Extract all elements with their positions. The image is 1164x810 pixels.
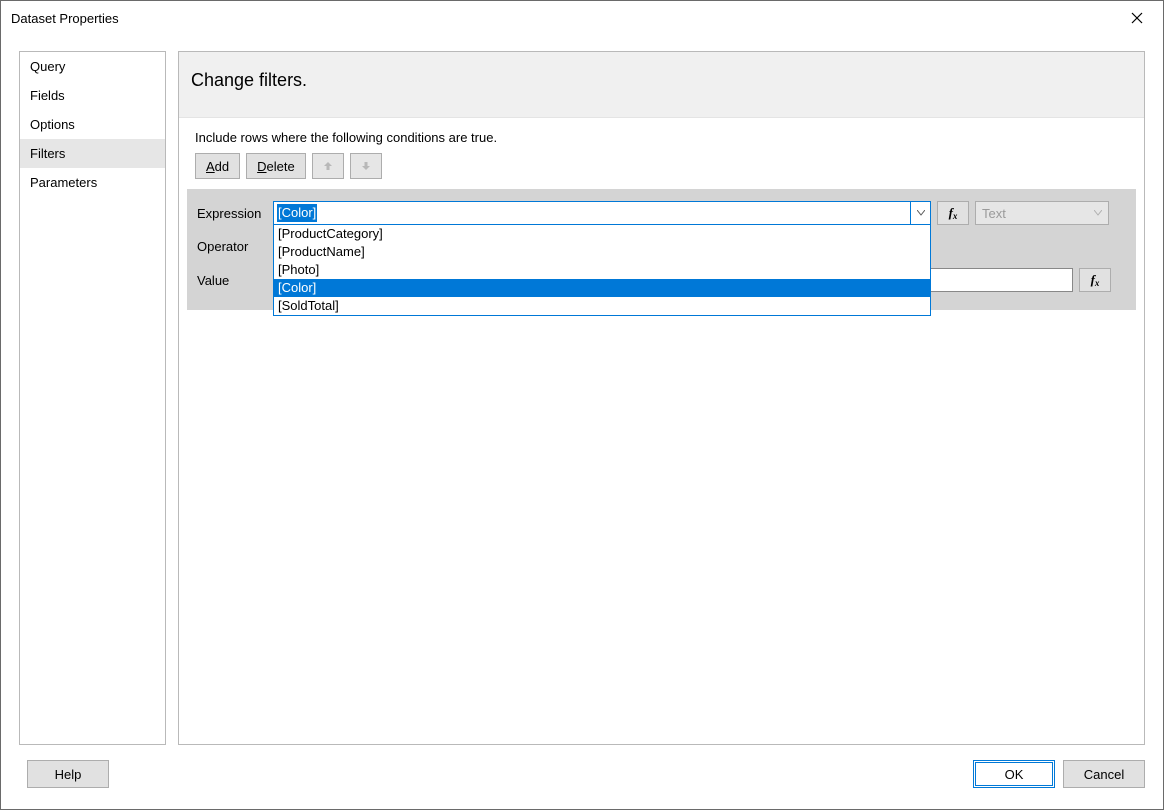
help-button[interactable]: Help	[27, 760, 109, 788]
datatype-value: Text	[982, 206, 1006, 221]
sidebar-item-filters[interactable]: Filters	[20, 139, 165, 168]
expression-input[interactable]	[273, 201, 931, 225]
instruction-text: Include rows where the following conditi…	[179, 118, 1144, 153]
move-down-button[interactable]	[350, 153, 382, 179]
close-button[interactable]	[1119, 4, 1155, 32]
expression-fx-button[interactable]: fx	[937, 201, 969, 225]
ok-button[interactable]: OK	[973, 760, 1055, 788]
dialog-window: Dataset Properties Query Fields Options …	[0, 0, 1164, 810]
titlebar: Dataset Properties	[1, 1, 1163, 35]
dropdown-option[interactable]: [SoldTotal]	[274, 297, 930, 315]
operator-label: Operator	[197, 239, 273, 254]
expression-dropdown-list[interactable]: [ProductCategory] [ProductName] [Photo] …	[273, 224, 931, 316]
dropdown-option[interactable]: [ProductCategory]	[274, 225, 930, 243]
sidebar-item-fields[interactable]: Fields	[20, 81, 165, 110]
sidebar-item-options[interactable]: Options	[20, 110, 165, 139]
dropdown-option-selected[interactable]: [Color]	[274, 279, 930, 297]
datatype-combo[interactable]: Text	[975, 201, 1109, 225]
filters-toolbar: Add Delete	[179, 153, 1144, 189]
panel-header: Change filters.	[179, 52, 1144, 118]
arrow-up-icon	[323, 161, 333, 171]
sidebar: Query Fields Options Filters Parameters	[19, 51, 166, 745]
dropdown-option[interactable]: [Photo]	[274, 261, 930, 279]
add-button[interactable]: Add	[195, 153, 240, 179]
arrow-down-icon	[361, 161, 371, 171]
move-up-button[interactable]	[312, 153, 344, 179]
delete-rest: elete	[267, 159, 295, 174]
add-rest: dd	[215, 159, 229, 174]
cancel-button[interactable]: Cancel	[1063, 760, 1145, 788]
value-label: Value	[197, 273, 273, 288]
fx-icon: fx	[949, 205, 958, 221]
expression-combo[interactable]: [Color] [ProductCategory] [ProductName] …	[273, 201, 931, 225]
window-title: Dataset Properties	[11, 11, 119, 26]
content-area: Query Fields Options Filters Parameters …	[1, 35, 1163, 753]
main-panel: Change filters. Include rows where the f…	[178, 51, 1145, 745]
value-fx-button[interactable]: fx	[1079, 268, 1111, 292]
fx-icon: fx	[1091, 272, 1100, 288]
sidebar-item-query[interactable]: Query	[20, 52, 165, 81]
delete-accel: D	[257, 159, 266, 174]
filter-definition: Expression [Color] [ProductCategory] [Pr…	[187, 189, 1136, 310]
dropdown-option[interactable]: [ProductName]	[274, 243, 930, 261]
add-accel: A	[206, 159, 215, 174]
expression-row: Expression [Color] [ProductCategory] [Pr…	[197, 201, 1126, 225]
delete-button[interactable]: Delete	[246, 153, 306, 179]
dialog-button-bar: Help OK Cancel	[1, 753, 1163, 809]
chevron-down-icon	[1094, 210, 1102, 216]
chevron-down-icon	[917, 210, 925, 216]
close-icon	[1131, 12, 1143, 24]
sidebar-item-parameters[interactable]: Parameters	[20, 168, 165, 197]
expression-dropdown-button[interactable]	[910, 202, 930, 224]
expression-label: Expression	[197, 206, 273, 221]
